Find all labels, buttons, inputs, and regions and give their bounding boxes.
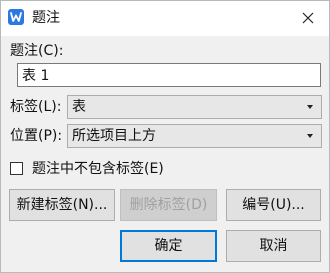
numbering-button[interactable]: 编号(U)...	[226, 189, 321, 221]
chevron-down-icon	[307, 105, 313, 109]
chevron-down-icon	[307, 134, 313, 138]
new-label-button[interactable]: 新建标签(N)...	[9, 189, 115, 221]
caption-dialog: 题注 题注(C): 标签(L): 表 位置(P): 所选项目上方 题注中不包含标…	[0, 0, 330, 273]
caption-input[interactable]	[17, 63, 321, 87]
exclude-label-checkbox[interactable]	[10, 162, 23, 175]
caption-label: 题注(C):	[10, 43, 64, 59]
label-select-value: 表	[72, 99, 86, 115]
position-field-label: 位置(P):	[10, 128, 63, 144]
label-select[interactable]: 表	[67, 95, 322, 119]
window-title: 题注	[32, 10, 60, 26]
ok-button[interactable]: 确定	[120, 230, 217, 262]
position-select[interactable]: 所选项目上方	[67, 124, 322, 148]
delete-label-button[interactable]: 删除标签(D)	[120, 189, 217, 221]
position-select-value: 所选项目上方	[72, 128, 156, 144]
cancel-button[interactable]: 取消	[226, 230, 321, 262]
wps-writer-icon	[8, 9, 24, 25]
close-button[interactable]	[297, 7, 319, 29]
exclude-label-checkbox-label: 题注中不包含标签(E)	[32, 161, 164, 177]
title-bar: 题注	[1, 1, 329, 36]
close-icon	[302, 12, 314, 24]
label-field-label: 标签(L):	[10, 99, 62, 115]
